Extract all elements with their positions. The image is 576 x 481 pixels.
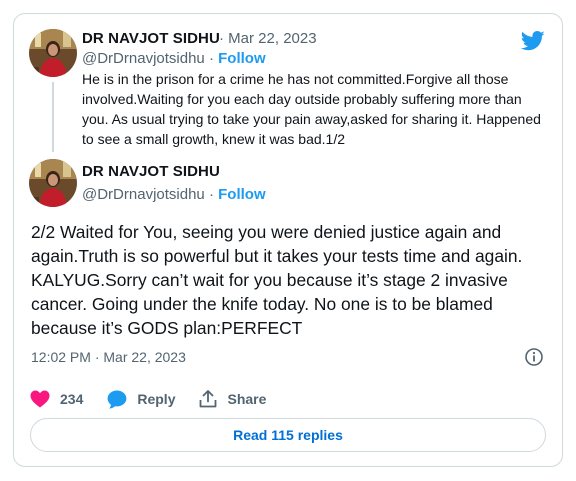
thread-connector: [52, 82, 54, 152]
author-name[interactable]: DR NAVJOT SIDHU: [82, 163, 220, 180]
separator-dot: ·: [208, 186, 214, 203]
tweet-timestamp[interactable]: 12:02 PM · Mar 22, 2023: [31, 349, 186, 365]
follow-button[interactable]: Follow: [218, 186, 266, 203]
read-replies-button[interactable]: Read 115 replies: [30, 418, 546, 452]
author-handle-row: @DrDrnavjotsidhu · Follow: [82, 186, 266, 203]
tweet-date[interactable]: · Mar 22, 2023: [219, 30, 317, 47]
tweet-text: 2/2 Waited for You, seeing you were deni…: [31, 222, 523, 338]
author-handle-row: @DrDrnavjotsidhu · Follow: [82, 50, 266, 67]
author-name[interactable]: DR NAVJOT SIDHU: [82, 30, 220, 47]
reply-button[interactable]: Reply: [107, 390, 175, 409]
tweet-actions: 234 Reply Share: [30, 388, 290, 410]
share-label: Share: [227, 391, 267, 407]
avatar[interactable]: [29, 29, 77, 77]
author-handle[interactable]: @DrDrnavjotsidhu: [82, 50, 205, 67]
read-replies-label: Read 115 replies: [233, 427, 343, 443]
separator-dot: ·: [208, 50, 214, 67]
reply-label: Reply: [137, 391, 176, 407]
like-button[interactable]: 234: [30, 390, 83, 408]
heart-icon: [30, 390, 50, 408]
share-button[interactable]: Share: [199, 390, 266, 408]
info-icon[interactable]: [524, 347, 544, 367]
twitter-bird-icon[interactable]: [521, 31, 545, 51]
quoted-tweet-text: He is in the prison for a crime he has n…: [82, 71, 541, 147]
separator-dot: ·: [219, 30, 224, 47]
author-handle[interactable]: @DrDrnavjotsidhu: [82, 186, 205, 203]
follow-button[interactable]: Follow: [218, 50, 266, 67]
reply-bubble-icon: [107, 390, 127, 408]
like-count: 234: [60, 391, 84, 407]
avatar[interactable]: [29, 159, 77, 207]
date-link[interactable]: Mar 22, 2023: [228, 30, 316, 47]
share-icon: [200, 390, 217, 408]
